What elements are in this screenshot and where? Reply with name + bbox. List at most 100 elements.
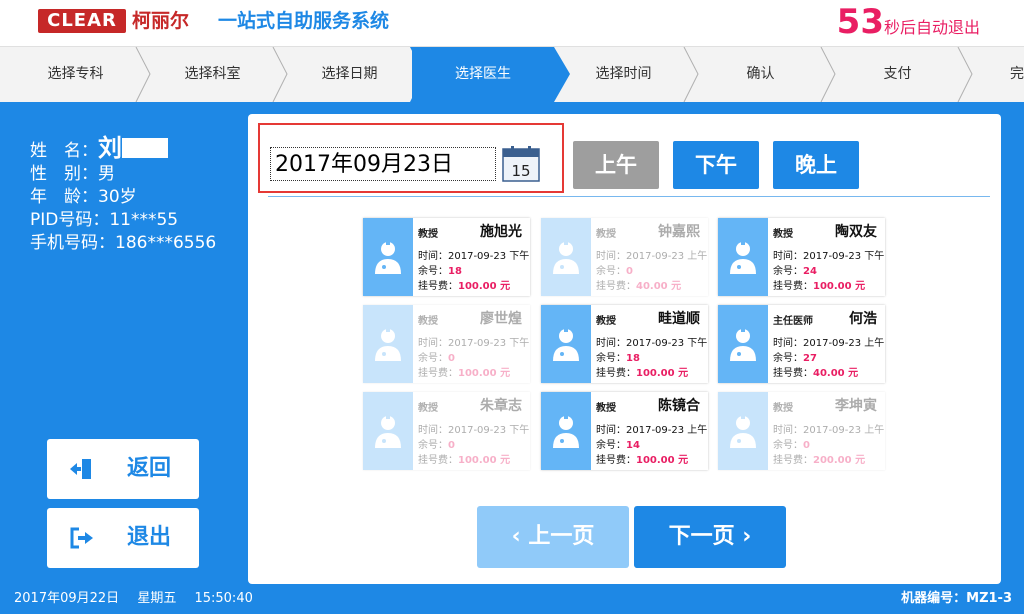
age-label: 年 龄： [30, 187, 98, 207]
doctor-time: 时间：2017-09-23 下午 [418, 424, 529, 437]
doctor-card[interactable]: 主任医师 何浩 时间：2017-09-23 上午 余号：27 挂号费：40.00 元 [718, 305, 885, 383]
exit-button[interactable]: 退出 [47, 508, 199, 568]
doctor-card: 教授 廖世煌 时间：2017-09-23 下午 余号：0 挂号费：100.00 元 [363, 305, 530, 383]
remaining-label: 余号： [596, 266, 626, 277]
doctor-name: 施旭光 [480, 224, 522, 240]
doctor-name: 李坤寅 [835, 398, 877, 414]
doctor-card: 教授 钟嘉熙 时间：2017-09-23 上午 余号：0 挂号费：40.00 元 [541, 218, 708, 296]
date-picker: 2017年09月23日 15 [258, 123, 564, 193]
doctor-name: 何浩 [849, 311, 877, 327]
doctor-fee: 挂号费：100.00 元 [596, 454, 688, 467]
doctor-remaining: 余号：0 [418, 352, 455, 365]
date-input[interactable]: 2017年09月23日 [270, 147, 496, 181]
fee-label: 挂号费： [773, 455, 813, 466]
doctor-selection-panel: 2017年09月23日 15 上午 下午 晚上 教授 施旭光 时间：2017-09-… [248, 114, 1001, 584]
gender-value: 男 [98, 164, 115, 184]
chevron-right-icon: › [742, 524, 752, 549]
time-value: 2017-09-23 上午 [803, 338, 885, 349]
time-label: 时间： [773, 338, 803, 349]
footer-datetime: 2017年09月22日 星期五 15:50:40 [14, 590, 267, 608]
chevron-left-icon: ‹ [511, 524, 521, 549]
fee-value: 100.00 元 [458, 281, 511, 292]
doctor-name: 畦道顺 [658, 311, 700, 327]
doctor-card[interactable]: 教授 畦道顺 时间：2017-09-23 下午 余号：18 挂号费：100.00 元 [541, 305, 708, 383]
avatar [363, 392, 413, 470]
divider [268, 196, 990, 197]
doctor-remaining: 余号：18 [596, 352, 640, 365]
fee-label: 挂号费： [596, 368, 636, 379]
name-value: 刘 [98, 134, 122, 162]
avatar [718, 392, 768, 470]
fee-label: 挂号费： [418, 281, 458, 292]
doctor-name: 廖世煌 [480, 311, 522, 327]
system-title: 一站式自助服务系统 [218, 10, 390, 32]
avatar [718, 218, 768, 296]
doctor-name: 陶双友 [835, 224, 877, 240]
phone-value: 186***6556 [115, 233, 217, 253]
pid-value: 11***55 [109, 210, 179, 230]
doctor-remaining: 余号：18 [418, 265, 462, 278]
name-mask [122, 138, 168, 158]
doctor-icon [375, 415, 401, 448]
next-page-button[interactable]: 下一页 › [634, 506, 786, 568]
doctor-time: 时间：2017-09-23 下午 [773, 250, 884, 263]
doctor-title: 教授 [596, 403, 616, 414]
doctor-name: 陈镜合 [658, 398, 700, 414]
remaining-value: 0 [803, 440, 810, 451]
morning-button[interactable]: 上午 [573, 141, 659, 189]
doctor-icon [553, 241, 579, 274]
time-label: 时间： [418, 338, 448, 349]
remaining-label: 余号： [773, 440, 803, 451]
patient-info: 姓 名：刘 性 别：男 年 龄：30岁 PID号码：11***55 手机号码：1… [30, 136, 216, 255]
doctor-fee: 挂号费：40.00 元 [773, 367, 858, 380]
remaining-value: 18 [448, 266, 462, 277]
doctor-remaining: 余号：14 [596, 439, 640, 452]
fee-label: 挂号费： [596, 281, 636, 292]
avatar [363, 218, 413, 296]
remaining-label: 余号： [418, 440, 448, 451]
back-icon [70, 459, 91, 479]
evening-button[interactable]: 晚上 [773, 141, 859, 189]
fee-value: 40.00 元 [636, 281, 682, 292]
remaining-value: 18 [626, 353, 640, 364]
time-value: 2017-09-23 下午 [803, 251, 885, 262]
time-value: 2017-09-23 下午 [626, 338, 708, 349]
logo: CLEAR [38, 9, 126, 33]
fee-value: 100.00 元 [458, 455, 511, 466]
doctor-name: 朱章志 [480, 398, 522, 414]
countdown-value: 53 [836, 2, 884, 42]
doctor-time: 时间：2017-09-23 下午 [418, 250, 529, 263]
patient-age-row: 年 龄：30岁 [30, 186, 216, 209]
brand-name: 柯丽尔 [132, 10, 190, 32]
calendar-day: 15 [511, 162, 530, 180]
time-label: 时间： [596, 251, 626, 262]
doctor-remaining: 余号：27 [773, 352, 817, 365]
doctor-remaining: 余号：0 [773, 439, 810, 452]
patient-name-row: 姓 名：刘 [30, 136, 216, 163]
back-button[interactable]: 返回 [47, 439, 199, 499]
calendar-icon[interactable]: 15 [502, 146, 540, 182]
phone-label: 手机号码： [30, 233, 115, 253]
countdown-text: 秒后自动退出 [883, 18, 980, 37]
doctor-remaining: 余号：0 [418, 439, 455, 452]
remaining-value: 24 [803, 266, 817, 277]
doctor-card[interactable]: 教授 陶双友 时间：2017-09-23 下午 余号：24 挂号费：100.00 元 [718, 218, 885, 296]
remaining-value: 14 [626, 440, 640, 451]
fee-label: 挂号费： [773, 281, 813, 292]
fee-value: 200.00 元 [813, 455, 866, 466]
doctor-title: 教授 [418, 403, 438, 414]
doctor-icon [553, 328, 579, 361]
doctor-fee: 挂号费：100.00 元 [418, 280, 510, 293]
doctor-card[interactable]: 教授 陈镜合 时间：2017-09-23 上午 余号：14 挂号费：100.00 元 [541, 392, 708, 470]
doctor-card[interactable]: 教授 施旭光 时间：2017-09-23 下午 余号：18 挂号费：100.00 元 [363, 218, 530, 296]
avatar [541, 305, 591, 383]
avatar [718, 305, 768, 383]
afternoon-button[interactable]: 下午 [673, 141, 759, 189]
remaining-label: 余号： [773, 266, 803, 277]
age-value: 30岁 [98, 187, 137, 207]
time-label: 时间： [773, 251, 803, 262]
doctor-title: 教授 [418, 316, 438, 327]
doctor-remaining: 余号：0 [596, 265, 633, 278]
countdown: 53秒后自动退出 [837, 2, 980, 48]
prev-page-button[interactable]: ‹ 上一页 [477, 506, 629, 568]
